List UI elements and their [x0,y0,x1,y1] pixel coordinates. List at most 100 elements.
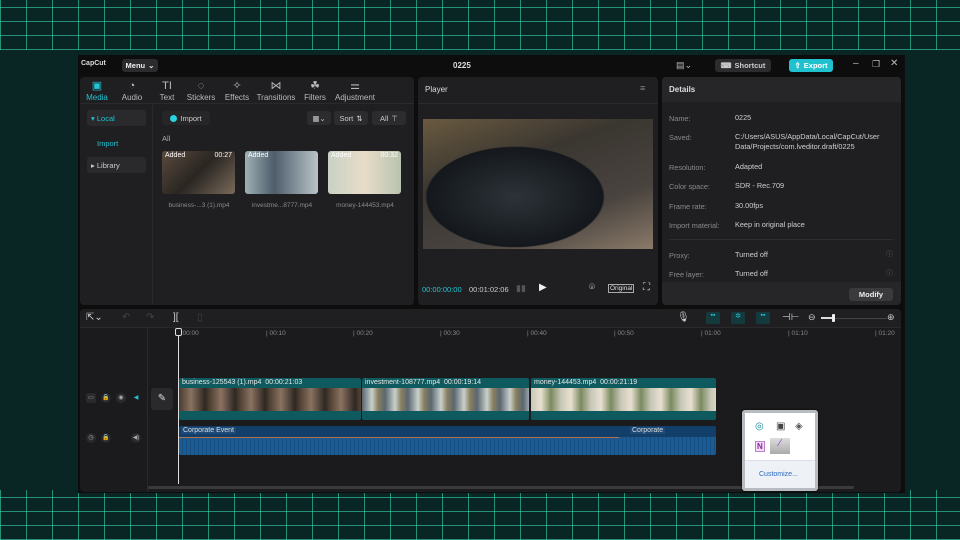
audio-clip[interactable]: Corporate Event Corporate [179,426,716,455]
clip-name: business-125543 (1).mp4 [182,379,262,386]
microphone-icon[interactable]: 🎙 [677,312,690,323]
export-label: Export [803,61,828,70]
system-tray-popup: ◎ ▣ ◈ N ∕ Customize... [742,410,818,491]
added-badge: Added [165,152,186,159]
pen-icon[interactable]: ∕ [770,438,790,454]
close-button[interactable]: ✕ [890,58,898,69]
menu-label: Menu [125,61,146,70]
import-icon [170,114,178,122]
view-toggle-button[interactable]: ▦⌄ [307,111,331,125]
menu-button[interactable]: Menu ⌄ [122,59,158,72]
media-item-investment[interactable]: Added [245,151,318,194]
added-badge: Added [331,152,352,159]
tab-transitions[interactable]: ⋈ Transitions [256,80,296,102]
audio-track-icon: ◷ [86,433,96,443]
clip-duration: 00:00:21:03 [265,379,303,386]
redo-icon[interactable]: ↷ [146,312,154,323]
tab-text[interactable]: TI Text [157,80,177,102]
select-tool-icon[interactable]: ⇱⌄ [86,312,103,323]
help-icon[interactable]: ⓘ [886,268,893,278]
undo-icon[interactable]: ↶ [122,312,130,323]
align-icon[interactable]: ⊣⊢ [782,312,799,323]
sidebar-item-import[interactable]: Import [97,139,118,148]
minimize-button[interactable]: – [853,58,859,69]
shortcut-button[interactable]: ⌨ Shortcut [715,59,771,72]
cover-edit-button[interactable]: ✎ [151,388,173,410]
export-icon: ⇪ [794,61,801,70]
lock-icon[interactable]: 🔒 [101,433,111,443]
onenote-icon[interactable]: N [755,441,765,452]
ratio-button[interactable]: Original [608,284,635,293]
audio-on-icon[interactable]: ◀ [131,393,141,403]
total-time: 00:01:02:06 [469,285,509,294]
transitions-icon: ⋈ [270,80,282,92]
audio-icon: ◔ [128,80,136,92]
capcut-window: CapCut Menu ⌄ 0225 ▤⌄ ⌨ Shortcut ⇪ Export –… [78,55,905,493]
layout-icon[interactable]: ▤⌄ [676,60,692,71]
link-icon[interactable]: ✲ [731,312,745,324]
tab-filters[interactable]: ☘ Filters [303,80,327,102]
video-clip-investment[interactable]: investment-108777.mp4 00:00:19:14 [362,378,529,420]
video-track-icon: ▭ [86,393,96,403]
track-header-column [80,328,148,492]
sidebar-item-local[interactable]: ▾ Local [87,110,146,126]
zoom-out-icon[interactable]: ⊖ [808,312,816,323]
media-item-money[interactable]: Added 00:32 [328,151,401,194]
split-icon[interactable]: ][ [173,312,179,323]
zoom-slider-thumb[interactable] [832,314,835,322]
screenshot-icon[interactable]: ⌾ [589,282,595,293]
fullscreen-icon[interactable]: ⛶ [643,282,650,293]
volume-icon[interactable]: ◀) [131,433,141,443]
sort-button[interactable]: Sort ⇅ [334,111,368,125]
ruler-tick: | 01:00 [701,330,721,337]
playhead-handle[interactable] [175,328,182,336]
zoom-in-icon[interactable]: ⊕ [887,312,895,323]
video-clip-business[interactable]: business-125543 (1).mp4 00:00:21:03 [179,378,361,420]
resolution-label: Resolution: [669,163,706,172]
filter-button[interactable]: All ⊤ [372,111,406,125]
export-button[interactable]: ⇪ Export [789,59,833,72]
tab-label: Stickers [186,93,216,102]
audio-clip-label: Corporate Event [181,427,236,434]
customize-link[interactable]: Customize... [759,471,798,478]
playhead[interactable] [178,330,179,484]
details-panel: Details Name: 0225 Saved: C:/Users/ASUS/… [662,77,901,305]
import-button[interactable]: Import [162,111,210,125]
tab-label: Media [86,93,108,102]
tab-stickers[interactable]: ◌ Stickers [186,80,216,102]
clip-label: money-144453.mp4 00:00:21:19 [534,379,637,386]
import-material-label: Import material: [669,221,720,230]
media-item-business[interactable]: Added 00:27 [162,151,235,194]
ruler-tick: | 00:20 [353,330,373,337]
hamburger-menu-icon[interactable]: ≡ [640,83,645,93]
sidebar-item-library[interactable]: ▸ Library [87,157,146,173]
media-item-name: investme...8777.mp4 [251,202,313,209]
tab-adjustment[interactable]: ⚌ Adjustment [334,80,376,102]
restore-button[interactable]: ❐ [872,59,880,70]
tab-label: Filters [304,93,326,102]
magnet-icon[interactable]: ▪▪ [706,312,720,324]
clip-thumbnails [531,388,716,411]
resolution-value: Adapted [735,162,763,171]
play-button[interactable]: ▶ [539,282,547,293]
video-clip-money[interactable]: money-144453.mp4 00:00:21:19 [531,378,716,420]
color-space-label: Color space: [669,182,710,191]
tray-network-icon[interactable]: ◈ [795,421,803,432]
media-panel: ▣ Media ◔ Audio TI Text ◌ Stickers ✧ Effects … [80,77,414,305]
eye-icon[interactable]: ◉ [116,393,126,403]
tray-display-icon[interactable]: ▣ [776,421,785,432]
tab-media[interactable]: ▣ Media [86,80,108,102]
ruler-tick: | 01:10 [788,330,808,337]
tray-app-icon[interactable]: ◎ [755,421,764,432]
frame-icon[interactable]: ▮▮ [516,283,526,294]
preview-axis-icon[interactable]: ▪▪ [756,312,770,324]
tab-audio[interactable]: ◔ Audio [120,80,144,102]
help-icon[interactable]: ⓘ [886,249,893,259]
tab-effects[interactable]: ✧ Effects [224,80,250,102]
lock-icon[interactable]: 🔒 [101,393,111,403]
video-preview[interactable] [423,119,653,249]
saved-value: C:/Users/ASUS/AppData/Local/CapCut/User … [735,132,880,151]
media-item-name: money-144453.mp4 [336,202,394,209]
delete-icon[interactable]: ▯ [197,312,203,323]
modify-button[interactable]: Modify [849,288,893,301]
